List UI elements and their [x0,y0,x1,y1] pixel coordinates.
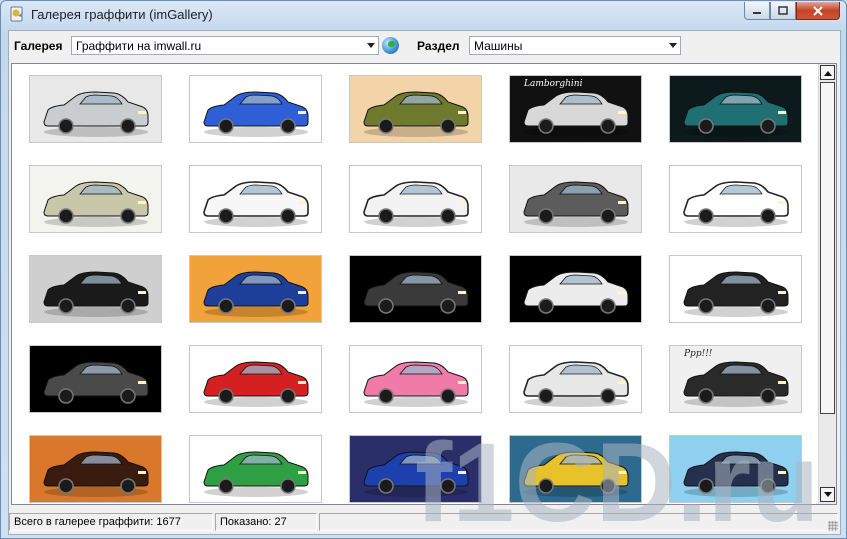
car-image [350,256,481,322]
car-image [190,436,321,502]
chevron-down-icon [367,43,375,48]
thumb-black-mustang[interactable] [349,255,482,323]
car-image [30,346,161,412]
thumb-silver-camaro[interactable] [29,75,162,143]
thumb-green-zaporozhets[interactable] [189,435,322,503]
thumb-sunset-car[interactable] [29,435,162,503]
car-image [350,76,481,142]
car-image [30,256,161,322]
app-window: Галерея граффити (imGallery) Галерея Гра… [0,0,847,539]
thumb-red-lancer[interactable] [189,345,322,413]
thumb-wrecked-car[interactable] [509,165,642,233]
globe-icon[interactable] [382,37,399,54]
arrow-up-icon [823,70,832,76]
close-icon [813,5,823,16]
car-image [510,166,641,232]
car-image [350,346,481,412]
window-title: Галерея граффити (imGallery) [31,7,213,22]
status-extra [319,513,838,531]
thumbnail-gallery[interactable]: Lamborghini Ppp!!! [11,63,837,505]
car-image [190,166,321,232]
arrow-down-icon [823,491,832,497]
car-image [510,436,641,502]
thumbnail-caption: Ppp!!! [684,349,713,359]
maximize-button[interactable] [770,2,796,20]
maximize-icon [778,5,788,15]
minimize-icon [753,11,761,14]
status-total: Всего в галерее граффити: 1677 [9,513,213,531]
thumb-yellow-car[interactable] [509,435,642,503]
thumbnail-caption: Lamborghini [524,79,583,89]
car-image [670,256,801,322]
vertical-scrollbar[interactable] [818,64,836,504]
close-button[interactable] [796,2,840,20]
car-image [190,76,321,142]
thumb-lamborghini[interactable]: Lamborghini [509,75,642,143]
car-image [30,76,161,142]
thumb-black-lincoln[interactable] [29,255,162,323]
thumb-sky-car[interactable] [669,435,802,503]
thumb-green-jeep[interactable] [349,75,482,143]
gallery-select-value: Граффити на imwall.ru [76,39,202,53]
app-icon [9,6,25,22]
thumb-white-bmw[interactable] [509,345,642,413]
car-image [30,436,161,502]
scroll-up-button[interactable] [820,65,835,80]
scrollbar-thumb[interactable] [820,82,835,414]
thumb-mercedes-sedan[interactable] [29,165,162,233]
thumb-sketch-muscle-car[interactable] [669,165,802,233]
thumb-white-honda[interactable] [189,165,322,233]
gallery-select[interactable]: Граффити на imwall.ru [71,36,379,55]
status-bar: Всего в галерее граффити: 1677 Показано:… [9,511,840,533]
thumb-blue-mini[interactable] [349,435,482,503]
car-image [510,346,641,412]
thumb-black-plymouth[interactable] [509,255,642,323]
thumb-pink-classic[interactable] [349,345,482,413]
car-image [670,436,801,502]
car-image [30,166,161,232]
thumb-dark-camaro[interactable] [29,345,162,413]
chevron-down-icon [669,43,677,48]
minimize-button[interactable] [744,2,770,20]
section-label: Раздел [417,39,460,53]
car-image [670,166,801,232]
car-image [350,436,481,502]
car-image [190,346,321,412]
thumb-white-audi-r8[interactable] [349,165,482,233]
title-bar[interactable]: Галерея граффити (imGallery) [1,1,846,29]
thumb-blue-classic[interactable] [189,255,322,323]
toolbar: Галерея Граффити на imwall.ru Раздел Маш… [9,31,840,61]
gallery-label: Галерея [14,39,63,53]
car-image [510,256,641,322]
client-area: Галерея Граффити на imwall.ru Раздел Маш… [8,30,841,535]
section-select-value: Машины [474,39,523,53]
car-image [670,76,801,142]
resize-grip[interactable] [828,521,838,531]
thumb-black-charger[interactable] [669,255,802,323]
status-shown: Показано: 27 [215,513,317,531]
thumb-blue-toon-car[interactable] [189,75,322,143]
thumb-black-golf[interactable]: Ppp!!! [669,345,802,413]
section-select[interactable]: Машины [469,36,681,55]
car-image [190,256,321,322]
scroll-down-button[interactable] [820,487,835,502]
car-image [350,166,481,232]
thumb-teal-suv[interactable] [669,75,802,143]
